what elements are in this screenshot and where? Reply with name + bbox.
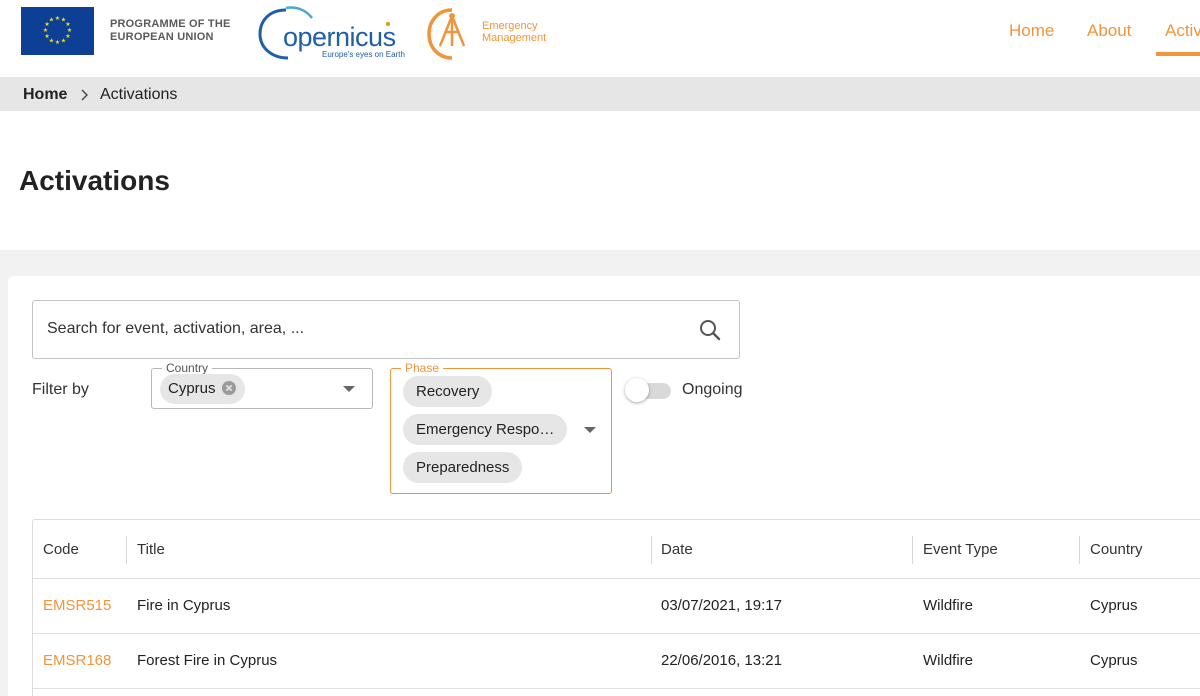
nav-active-indicator	[1156, 52, 1200, 56]
row-divider	[33, 633, 1200, 634]
row-event-type: Wildfire	[923, 597, 974, 614]
svg-text:★: ★	[61, 37, 66, 44]
copernicus-wordmark: opernicus	[283, 22, 396, 52]
column-header-date[interactable]: Date	[661, 541, 693, 558]
nav-about[interactable]: About	[1087, 21, 1131, 41]
nav-activations[interactable]: Activ	[1165, 21, 1200, 41]
search-icon[interactable]	[698, 318, 722, 342]
search-input[interactable]: Search for event, activation, area, ...	[32, 300, 740, 359]
column-separator	[1079, 536, 1080, 564]
row-date: 22/06/2016, 13:21	[661, 652, 782, 669]
phase-select[interactable]: Phase Recovery Emergency Respo… Prepared…	[390, 361, 612, 494]
copernicus-logo[interactable]: opernicus Europe's eyes on Earth	[258, 4, 413, 62]
row-country: Cyprus	[1090, 597, 1138, 614]
filter-by-label: Filter by	[32, 381, 89, 398]
row-date: 03/07/2021, 19:17	[661, 597, 782, 614]
breadcrumb-home[interactable]: Home	[23, 86, 67, 104]
clear-chip-icon[interactable]	[221, 377, 237, 395]
column-header-event-type[interactable]: Event Type	[923, 541, 998, 558]
breadcrumb-current: Activations	[100, 86, 178, 103]
emergency-management-logo[interactable]: Emergency Management	[426, 6, 556, 62]
column-header-title[interactable]: Title	[137, 541, 165, 558]
phase-chip-preparedness: Preparedness	[403, 452, 523, 483]
ongoing-label: Ongoing	[682, 381, 743, 398]
country-legend: Country	[162, 361, 213, 375]
row-country: Cyprus	[1090, 652, 1138, 669]
svg-text:★: ★	[49, 17, 54, 24]
svg-text:★: ★	[55, 15, 60, 22]
toggle-knob	[625, 378, 649, 402]
country-chip: Cyprus	[160, 374, 245, 404]
row-divider	[33, 688, 1200, 689]
svg-text:★: ★	[43, 27, 48, 34]
row-code-link[interactable]: EMSR515	[43, 597, 111, 614]
column-separator	[126, 536, 127, 564]
nav-home[interactable]: Home	[1009, 21, 1054, 41]
svg-text:★: ★	[55, 39, 60, 46]
row-event-type: Wildfire	[923, 652, 974, 669]
phase-legend: Phase	[401, 361, 444, 375]
row-code-link[interactable]: EMSR168	[43, 652, 111, 669]
phase-chip-recovery: Recovery	[403, 376, 493, 407]
ems-label: Emergency Management	[482, 20, 547, 44]
svg-text:★: ★	[44, 33, 49, 40]
activations-table: Code Title Date Event Type Country EMSR5…	[32, 519, 1200, 696]
eu-flag-logo: ★ ★ ★ ★ ★ ★ ★ ★ ★ ★ ★ ★	[21, 7, 94, 55]
column-header-code[interactable]: Code	[43, 541, 79, 558]
breadcrumb: Home Activations	[0, 77, 1200, 111]
page-title: Activations	[19, 165, 170, 196]
column-separator	[651, 536, 652, 564]
phase-chip-emergency-response: Emergency Respo…	[403, 414, 568, 445]
column-separator	[912, 536, 913, 564]
row-title: Fire in Cyprus	[137, 597, 231, 614]
column-header-country[interactable]: Country	[1090, 541, 1143, 558]
row-divider	[33, 578, 1200, 579]
copernicus-tagline: Europe's eyes on Earth	[322, 50, 405, 59]
site-header: ★ ★ ★ ★ ★ ★ ★ ★ ★ ★ ★ ★ PROGRAMME OF THE…	[0, 0, 1200, 77]
country-chip-label: Cyprus	[168, 380, 216, 397]
search-placeholder: Search for event, activation, area, ...	[47, 320, 305, 337]
row-title: Forest Fire in Cyprus	[137, 652, 278, 669]
chevron-right-icon	[78, 88, 90, 101]
eu-programme-label: PROGRAMME OF THE EUROPEAN UNION	[110, 18, 231, 43]
country-select[interactable]: Country Cyprus	[151, 361, 373, 409]
chevron-down-icon[interactable]	[343, 386, 355, 392]
chevron-down-icon[interactable]	[584, 427, 596, 433]
ongoing-toggle[interactable]	[625, 375, 674, 405]
